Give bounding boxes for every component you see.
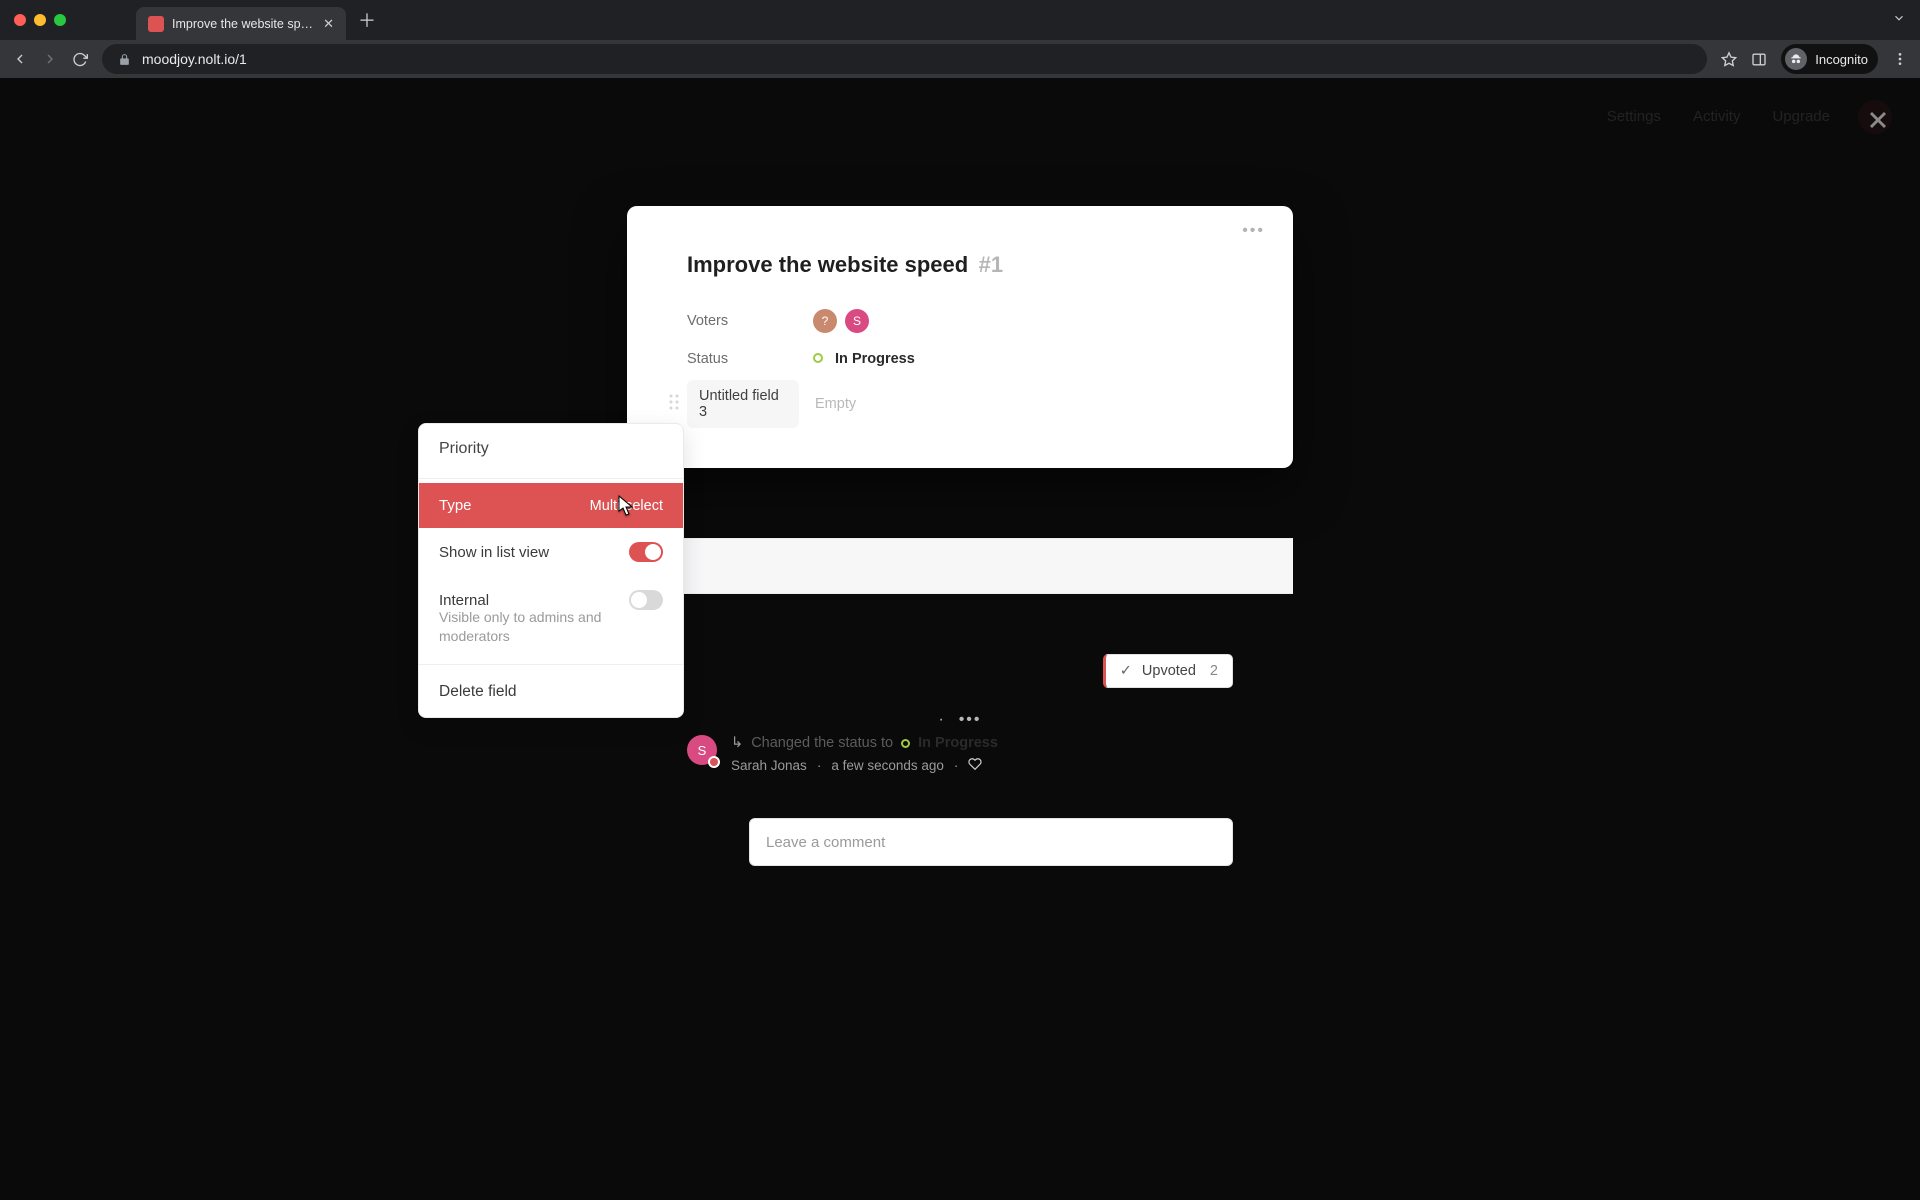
modal-issue-number: #1 [979, 252, 1003, 277]
activity-avatar[interactable]: S [687, 735, 717, 765]
activity-author: Sarah Jonas [731, 758, 807, 773]
upvote-count: 2 [1210, 663, 1218, 679]
voters-row: Voters ? S [687, 302, 1233, 340]
modal-close-icon[interactable] [1864, 106, 1892, 139]
activity-item: S ↳ Changed the status to In Progress Sa… [687, 735, 1233, 774]
comment-placeholder: Leave a comment [766, 834, 885, 851]
internal-description: Visible only to admins and moderators [419, 608, 683, 660]
drag-handle-icon[interactable] [669, 394, 679, 415]
show-in-list-toggle[interactable] [629, 542, 663, 562]
field-type-label: Type [439, 497, 472, 514]
nav-back-icon[interactable] [12, 51, 28, 67]
address-bar[interactable]: moodjoy.nolt.io/1 [102, 44, 1707, 74]
custom-field-value[interactable]: Empty [815, 396, 856, 412]
nav-forward-icon[interactable] [42, 51, 58, 67]
status-dot-icon [813, 353, 823, 363]
check-icon: ✓ [1120, 663, 1132, 679]
arrow-icon: ↳ [731, 735, 743, 751]
field-name-input[interactable]: Priority [419, 424, 683, 474]
page: Settings Activity Upgrade ••• Improve th… [0, 78, 1920, 1200]
status-dot-icon [901, 739, 910, 748]
like-icon[interactable] [968, 757, 982, 774]
window-maximize[interactable] [54, 14, 66, 26]
nav-reload-icon[interactable] [72, 51, 88, 67]
status-label: Status [687, 351, 813, 367]
modal-band [627, 538, 1293, 594]
browser-tab-strip: Improve the website speed · M ✕ ＋ [0, 0, 1920, 40]
internal-toggle[interactable] [629, 590, 663, 610]
field-type-row[interactable]: Type Multi-select [419, 483, 683, 528]
tab-close-icon[interactable]: ✕ [323, 17, 334, 30]
modal-more-icon[interactable]: ••• [1242, 222, 1265, 240]
incognito-label: Incognito [1815, 52, 1868, 67]
lock-icon [116, 51, 132, 67]
delete-field-button[interactable]: Delete field [419, 669, 683, 717]
address-url: moodjoy.nolt.io/1 [142, 51, 247, 67]
comment-input[interactable]: Leave a comment [749, 818, 1233, 866]
modal-title-row: Improve the website speed #1 [687, 252, 1233, 278]
field-settings-dropdown: Priority Type Multi-select Show in list … [418, 423, 684, 718]
field-type-value: Multi-select [590, 498, 663, 514]
upvote-button[interactable]: ✓ Upvoted 2 [1103, 654, 1233, 688]
feedback-modal: ••• Improve the website speed #1 Voters … [627, 206, 1293, 468]
tab-favicon [148, 16, 164, 32]
custom-field-name[interactable]: Untitled field 3 [687, 380, 799, 428]
window-close[interactable] [14, 14, 26, 26]
modal-title: Improve the website speed [687, 252, 968, 277]
activity-ellipsis-icon[interactable]: · ••• [687, 711, 1233, 729]
activity-meta: Sarah Jonas · a few seconds ago · [731, 757, 998, 774]
incognito-icon [1785, 48, 1807, 70]
tabs-overflow-icon[interactable] [1892, 11, 1906, 30]
browser-toolbar: moodjoy.nolt.io/1 Incognito [0, 40, 1920, 78]
bookmark-star-icon[interactable] [1721, 51, 1737, 67]
tab-title: Improve the website speed · M [172, 17, 315, 31]
activity-time: a few seconds ago [831, 758, 944, 773]
browser-menu-icon[interactable] [1892, 51, 1908, 67]
show-in-list-row[interactable]: Show in list view [419, 528, 683, 576]
incognito-badge[interactable]: Incognito [1781, 44, 1878, 74]
activity-log: · ••• S ↳ Changed the status to In Progr… [687, 711, 1233, 774]
status-value: In Progress [813, 351, 915, 367]
upvote-label: Upvoted [1142, 663, 1196, 679]
window-minimize[interactable] [34, 14, 46, 26]
admin-badge-icon [708, 756, 720, 768]
panel-icon[interactable] [1751, 51, 1767, 67]
voters-avatars[interactable]: ? S [813, 309, 869, 333]
voters-label: Voters [687, 313, 813, 329]
status-row[interactable]: Status In Progress [687, 340, 1233, 378]
window-controls [14, 14, 66, 26]
browser-tab-active[interactable]: Improve the website speed · M ✕ [136, 7, 346, 40]
custom-field-row[interactable]: Untitled field 3 Empty [687, 380, 1233, 428]
show-in-list-label: Show in list view [439, 544, 549, 561]
internal-label: Internal [439, 592, 489, 609]
voter-avatar[interactable]: S [845, 309, 869, 333]
new-tab-button[interactable]: ＋ [358, 7, 376, 33]
voter-avatar[interactable]: ? [813, 309, 837, 333]
activity-text: ↳ Changed the status to In Progress [731, 735, 998, 751]
